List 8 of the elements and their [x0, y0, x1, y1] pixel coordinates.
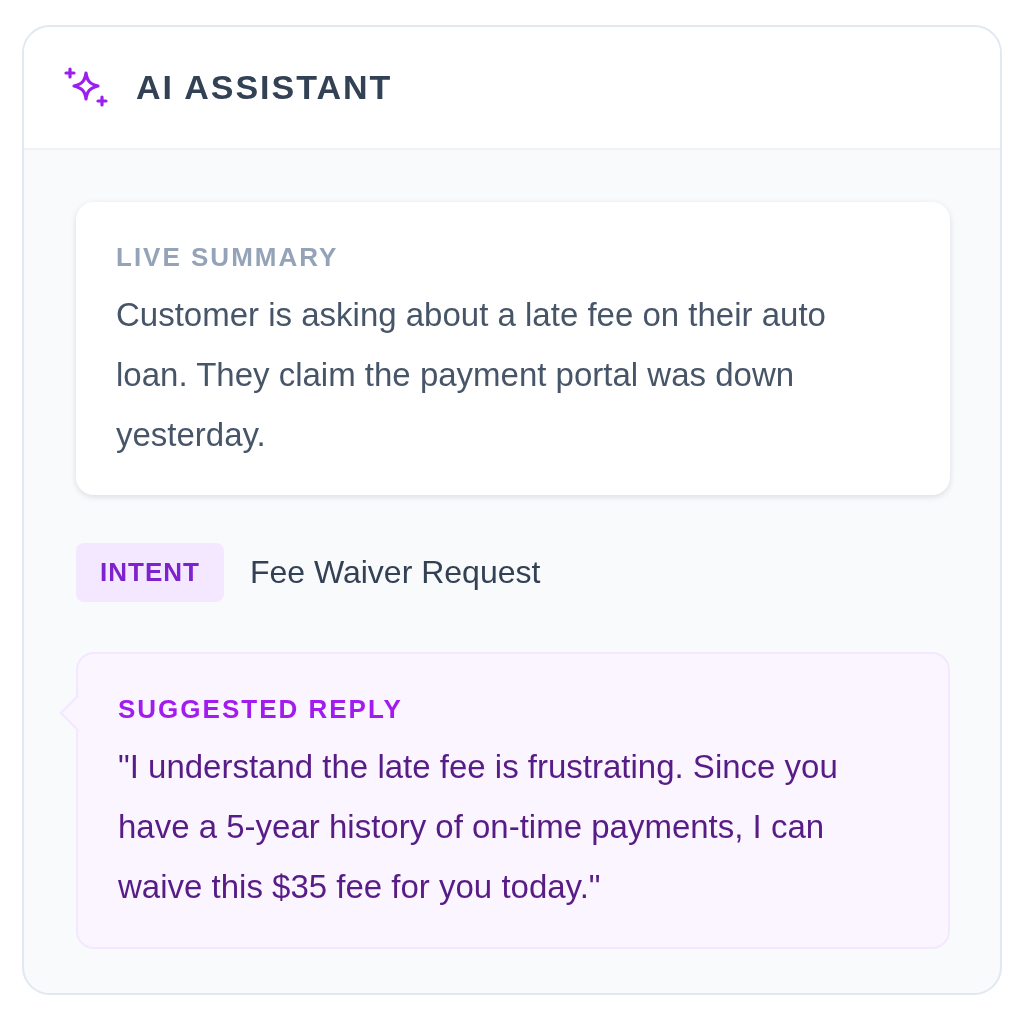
sparkle-icon — [64, 66, 108, 109]
panel-title: AI ASSISTANT — [136, 68, 393, 107]
reply-text: "I understand the late fee is frustrating. Since you have a 5-year history of on-time payments, I can waive this $35 fee for you today." — [118, 747, 839, 907]
reply-label: SUGGESTED REPLY — [118, 694, 404, 725]
summary-text: Customer is asking about a late fee on their auto loan. They claim the payment portal was down yesterday. — [116, 295, 827, 455]
summary-label: LIVE SUMMARY — [116, 242, 340, 273]
intent-value: Fee Waiver Request — [249, 554, 541, 591]
intent-badge: INTENT — [76, 543, 224, 602]
